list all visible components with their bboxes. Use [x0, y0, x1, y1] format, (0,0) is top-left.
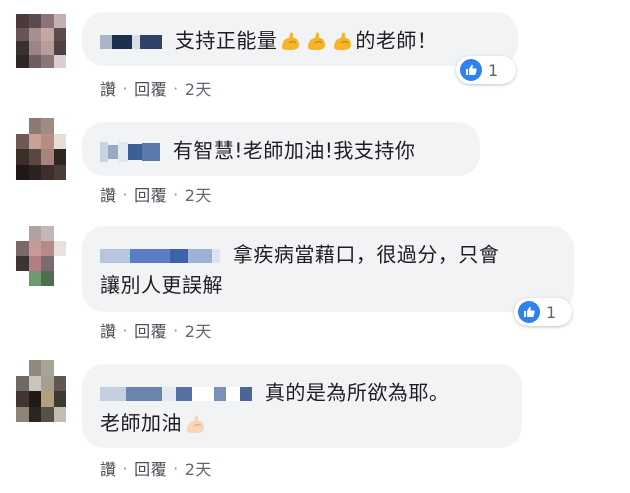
like-thumb-icon [518, 301, 540, 323]
comment-bubble: 支持正能量 的老師！ [82, 12, 518, 66]
flexed-biceps-icon [303, 27, 329, 51]
timestamp[interactable]: 2天 [185, 322, 212, 341]
separator: · [122, 458, 129, 478]
flexed-biceps-icon [182, 411, 208, 435]
comment-actions: 讚 · 回覆 · 2天 [100, 76, 212, 100]
reply-link[interactable]: 回覆 [134, 80, 167, 99]
comment-actions: 讚 · 回覆 · 2天 [100, 182, 212, 206]
separator: · [122, 184, 129, 204]
comment-text-line2: 讓別人更誤解 [100, 272, 223, 297]
like-link[interactable]: 讚 [100, 322, 117, 341]
commenter-name-redacted[interactable] [100, 26, 162, 56]
separator: · [122, 78, 129, 98]
separator: · [122, 320, 129, 340]
reaction-count-badge[interactable]: 1 [514, 298, 572, 326]
avatar[interactable] [16, 14, 66, 68]
like-thumb-icon [460, 59, 482, 81]
comment-text-line1: 真的是為所欲為耶。 [264, 380, 450, 405]
like-link[interactable]: 讚 [100, 186, 117, 205]
timestamp[interactable]: 2天 [185, 80, 212, 99]
comment-actions: 讚 · 回覆 · 2天 [100, 456, 212, 480]
flexed-biceps-icon [329, 27, 355, 51]
commenter-name-redacted[interactable] [100, 240, 220, 270]
reaction-count: 1 [546, 302, 557, 322]
commenter-name-redacted[interactable] [100, 378, 252, 408]
comment-text: 支持正能量 [174, 28, 278, 53]
comment-actions: 讚 · 回覆 · 2天 [100, 318, 212, 342]
avatar[interactable] [16, 360, 66, 422]
comment-bubble: 真的是為所欲為耶。 老師加油 [82, 364, 522, 448]
separator: · [173, 320, 179, 340]
flexed-biceps-icon [277, 27, 303, 51]
commenter-name-redacted[interactable] [100, 136, 160, 166]
comment-text-line2-wrap: 老師加油 [100, 408, 504, 438]
avatar[interactable] [16, 226, 66, 286]
reaction-count: 1 [488, 60, 499, 80]
comment-bubble: 有智慧!老師加油!我支持你 [82, 122, 480, 176]
separator: · [173, 184, 179, 204]
timestamp[interactable]: 2天 [185, 460, 212, 479]
reply-link[interactable]: 回覆 [134, 186, 167, 205]
reply-link[interactable]: 回覆 [134, 460, 167, 479]
separator: · [173, 458, 179, 478]
comment-bubble: 拿疾病當藉口，很過分，只會 讓別人更誤解 [82, 226, 574, 312]
separator: · [173, 78, 179, 98]
comment-text-end: 的老師！ [355, 28, 438, 53]
like-link[interactable]: 讚 [100, 80, 117, 99]
comment-text: 有智慧!老師加油!我支持你 [172, 138, 416, 163]
timestamp[interactable]: 2天 [185, 186, 212, 205]
avatar[interactable] [16, 118, 66, 180]
like-link[interactable]: 讚 [100, 460, 117, 479]
comment-text-line1: 拿疾病當藉口，很過分，只會 [232, 242, 500, 267]
reaction-count-badge[interactable]: 1 [456, 56, 516, 84]
comment-text-line2: 老師加油 [100, 410, 182, 435]
reply-link[interactable]: 回覆 [134, 322, 167, 341]
